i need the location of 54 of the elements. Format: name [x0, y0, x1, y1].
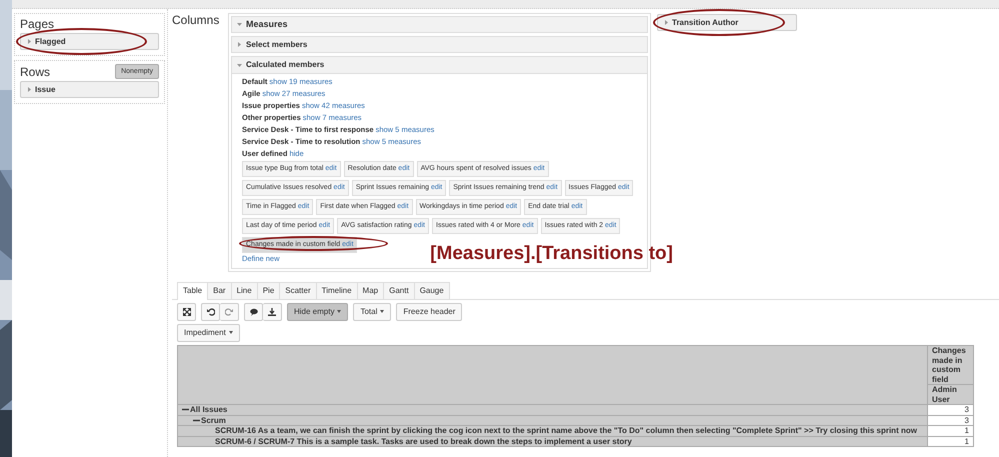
undo-icon [206, 308, 214, 316]
section-title: Pages [20, 17, 56, 31]
panel-title: Calculated members [246, 59, 324, 71]
caret-icon [27, 87, 32, 92]
caret-icon [27, 39, 32, 44]
view-tab[interactable]: Line [230, 282, 258, 299]
comment-button[interactable] [244, 303, 263, 321]
dimension-item[interactable]: Transition Author [657, 14, 797, 31]
dimension-item[interactable]: Issue [20, 81, 159, 98]
caret-icon [664, 20, 669, 25]
row-header[interactable]: Scrum [178, 415, 928, 426]
section-title: Columns [172, 13, 220, 29]
view-tab[interactable]: Bar [207, 282, 232, 299]
dropdown-button[interactable]: Impediment [177, 324, 240, 342]
panel-title: Select members [246, 38, 308, 50]
view-tab[interactable]: Map [356, 282, 384, 299]
dimension-label: Flagged [35, 36, 66, 48]
row-header[interactable]: SCRUM-6 / SCRUM-7 This is a sample task. Tasks are used to break down the steps to implement a user story [178, 436, 928, 446]
row-label: All Issues [190, 405, 228, 414]
view-tab[interactable]: Gantt [383, 282, 415, 299]
panel-header[interactable]: Select members [231, 36, 648, 53]
dimension-item[interactable]: Flagged [20, 33, 159, 50]
download-icon [268, 308, 276, 316]
section-title: Rows [20, 65, 50, 79]
caret-icon [337, 310, 342, 314]
download-button[interactable] [263, 303, 282, 321]
comment-icon [250, 308, 258, 316]
panel-title: Measures [246, 18, 288, 31]
view-tab[interactable]: Timeline [316, 282, 358, 299]
undo-button[interactable] [201, 303, 220, 321]
view-tab[interactable]: Table [177, 282, 208, 300]
panel-header[interactable]: Measures [231, 16, 648, 33]
expand-icon [182, 308, 190, 316]
caret-icon [380, 310, 384, 314]
view-tab[interactable]: Pie [256, 282, 280, 299]
view-tab[interactable]: Gauge [414, 282, 450, 299]
panel-header[interactable]: Calculated members [232, 57, 647, 74]
row-label: SCRUM-16 As a team, we can finish the sprint by clicking the cog icon next to the sprint name above the "To Do" column then selecting "Complete Sprint" >> Try closing this sprint now [215, 426, 917, 435]
column-header: Admin User [928, 384, 974, 404]
expand-button[interactable] [177, 303, 196, 321]
annotation-text: [Measures].[Transitions to] [430, 243, 673, 265]
dropdown-button[interactable]: Hide empty [287, 303, 348, 321]
caret-icon [228, 331, 233, 334]
column-header: Changes made in custom field [928, 346, 974, 384]
redo-icon [225, 308, 233, 316]
row-label: SCRUM-6 / SCRUM-7 This is a sample task. Tasks are used to break down the steps to implement a user story [215, 436, 632, 446]
row-label: Scrum [201, 416, 226, 424]
row-header[interactable]: SCRUM-16 As a team, we can finish the sprint by clicking the cog icon next to the sprint name above the "To Do" column then selecting "Complete Sprint" >> Try closing this sprint now [178, 426, 928, 436]
dropdown-button[interactable]: Total [353, 303, 392, 321]
view-tab[interactable]: Scatter [279, 282, 317, 299]
freeze-header-button[interactable]: Freeze header [396, 303, 462, 321]
dimension-label: Issue [35, 84, 56, 96]
dimension-label: Transition Author [672, 16, 738, 28]
row-header[interactable]: All Issues [178, 404, 928, 415]
